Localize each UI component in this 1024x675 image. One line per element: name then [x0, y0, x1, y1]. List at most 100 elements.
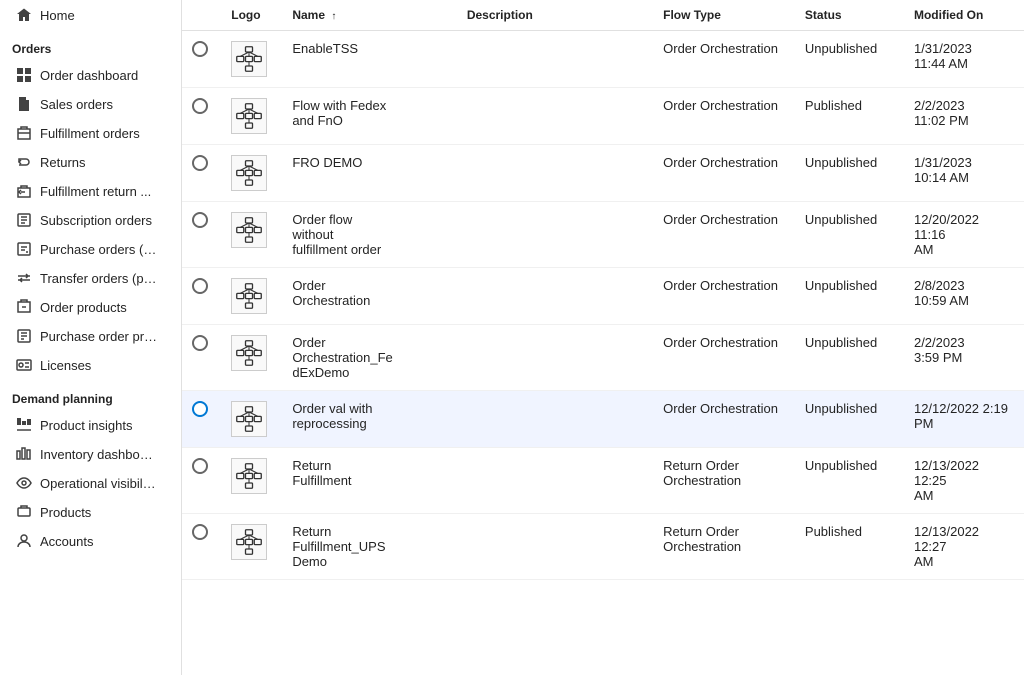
license-icon: [16, 357, 32, 373]
sidebar-item-subscription-orders[interactable]: Subscription orders: [4, 206, 177, 234]
row-description-cell: [457, 202, 653, 268]
row-flow-type-cell: Order Orchestration: [653, 202, 795, 268]
flow-logo-icon: [231, 401, 267, 437]
row-status-cell: Unpublished: [795, 145, 904, 202]
table-row[interactable]: Order flow without fulfillment order Ord…: [182, 202, 1024, 268]
row-name-cell: Order Orchestration: [282, 268, 457, 325]
po-pr-icon: [16, 328, 32, 344]
row-radio-cell: [182, 268, 221, 325]
table-row[interactable]: Flow with Fedex and FnO Order Orchestrat…: [182, 88, 1024, 145]
subscription-orders-label: Subscription orders: [40, 213, 152, 228]
sidebar-item-products[interactable]: Products: [4, 498, 177, 526]
col-header-radio: [182, 0, 221, 31]
operational-visib-label: Operational visibil…: [40, 476, 156, 491]
flow-logo-icon: [231, 155, 267, 191]
table-row[interactable]: Return Fulfillment Return Order Orchestr…: [182, 448, 1024, 514]
return-icon: [16, 154, 32, 170]
sidebar-item-licenses[interactable]: Licenses: [4, 351, 177, 379]
sidebar-item-operational-visib[interactable]: Operational visibil…: [4, 469, 177, 497]
row-description-cell: [457, 391, 653, 448]
flows-table: Logo Name ↑ Description Flow Type Status…: [182, 0, 1024, 580]
col-header-logo: Logo: [221, 0, 282, 31]
sidebar-item-purchase-order-pr[interactable]: Purchase order pr…: [4, 322, 177, 350]
sidebar-item-product-insights[interactable]: Product insights: [4, 411, 177, 439]
sidebar-item-returns[interactable]: Returns: [4, 148, 177, 176]
flow-logo-icon: [231, 212, 267, 248]
row-radio-button[interactable]: [192, 41, 208, 57]
table-row[interactable]: FRO DEMO Order Orchestration Unpublished…: [182, 145, 1024, 202]
fulfillment-orders-label: Fulfillment orders: [40, 126, 140, 141]
product-icon: [16, 504, 32, 520]
row-flow-type-cell: Order Orchestration: [653, 391, 795, 448]
doc-icon: [16, 96, 32, 112]
table-row[interactable]: Order val with reprocessing Order Orches…: [182, 391, 1024, 448]
row-flow-type-cell: Order Orchestration: [653, 88, 795, 145]
row-modified-on-cell: 12/20/2022 11:16 AM: [904, 202, 1024, 268]
row-radio-cell: [182, 88, 221, 145]
col-header-name[interactable]: Name ↑: [282, 0, 457, 31]
row-description-cell: [457, 88, 653, 145]
sidebar-item-purchase-orders[interactable]: Purchase orders (…: [4, 235, 177, 263]
row-radio-cell: [182, 448, 221, 514]
row-radio-cell: [182, 325, 221, 391]
table-row[interactable]: Order Orchestration_Fe dExDemo Order Orc…: [182, 325, 1024, 391]
flow-logo-icon: [231, 278, 267, 314]
sidebar-item-accounts[interactable]: Accounts: [4, 527, 177, 555]
transfer-icon: [16, 270, 32, 286]
row-radio-cell: [182, 514, 221, 580]
sidebar-item-fulfillment-orders[interactable]: Fulfillment orders: [4, 119, 177, 147]
order-dashboard-label: Order dashboard: [40, 68, 138, 83]
row-status-cell: Unpublished: [795, 391, 904, 448]
row-name-cell: Order Orchestration_Fe dExDemo: [282, 325, 457, 391]
row-name-cell: Return Fulfillment_UPS Demo: [282, 514, 457, 580]
row-radio-button[interactable]: [192, 401, 208, 417]
row-name-cell: Flow with Fedex and FnO: [282, 88, 457, 145]
table-row[interactable]: Order Orchestration Order Orchestration …: [182, 268, 1024, 325]
row-flow-type-cell: Order Orchestration: [653, 268, 795, 325]
row-description-cell: [457, 514, 653, 580]
row-radio-button[interactable]: [192, 278, 208, 294]
row-flow-type-cell: Return Order Orchestration: [653, 448, 795, 514]
sidebar-item-inventory-dashbo[interactable]: Inventory dashbo…: [4, 440, 177, 468]
fulfillment-return-label: Fulfillment return ...: [40, 184, 151, 199]
sidebar-item-order-dashboard[interactable]: Order dashboard: [4, 61, 177, 89]
row-flow-type-cell: Return Order Orchestration: [653, 514, 795, 580]
col-header-modified-on: Modified On: [904, 0, 1024, 31]
row-logo-cell: [221, 202, 282, 268]
col-header-status: Status: [795, 0, 904, 31]
accounts-label: Accounts: [40, 534, 93, 549]
sidebar-item-home[interactable]: Home: [4, 1, 177, 29]
sidebar-item-transfer-orders[interactable]: Transfer orders (p…: [4, 264, 177, 292]
purchase-icon: [16, 241, 32, 257]
col-header-description: Description: [457, 0, 653, 31]
row-radio-button[interactable]: [192, 212, 208, 228]
purchase-orders-label: Purchase orders (…: [40, 242, 156, 257]
row-radio-button[interactable]: [192, 98, 208, 114]
row-logo-cell: [221, 325, 282, 391]
row-name-cell: Order flow without fulfillment order: [282, 202, 457, 268]
sidebar-home-label: Home: [40, 8, 75, 23]
flow-logo-icon: [231, 458, 267, 494]
row-description-cell: [457, 268, 653, 325]
row-radio-button[interactable]: [192, 458, 208, 474]
table-row[interactable]: Return Fulfillment_UPS Demo Return Order…: [182, 514, 1024, 580]
home-icon: [16, 7, 32, 23]
sidebar-item-sales-orders[interactable]: Sales orders: [4, 90, 177, 118]
row-description-cell: [457, 31, 653, 88]
table-row[interactable]: EnableTSS Order Orchestration Unpublishe…: [182, 31, 1024, 88]
orders-section-header: Orders: [0, 30, 181, 60]
sidebar-item-fulfillment-return[interactable]: Fulfillment return ...: [4, 177, 177, 205]
account-icon: [16, 533, 32, 549]
row-radio-button[interactable]: [192, 155, 208, 171]
row-radio-cell: [182, 31, 221, 88]
row-logo-cell: [221, 88, 282, 145]
order-products-label: Order products: [40, 300, 127, 315]
sidebar-item-order-products[interactable]: Order products: [4, 293, 177, 321]
row-radio-button[interactable]: [192, 335, 208, 351]
eye-icon: [16, 475, 32, 491]
row-logo-cell: [221, 391, 282, 448]
flow-logo-icon: [231, 524, 267, 560]
product-insights-label: Product insights: [40, 418, 133, 433]
row-modified-on-cell: 1/31/2023 11:44 AM: [904, 31, 1024, 88]
row-radio-button[interactable]: [192, 524, 208, 540]
